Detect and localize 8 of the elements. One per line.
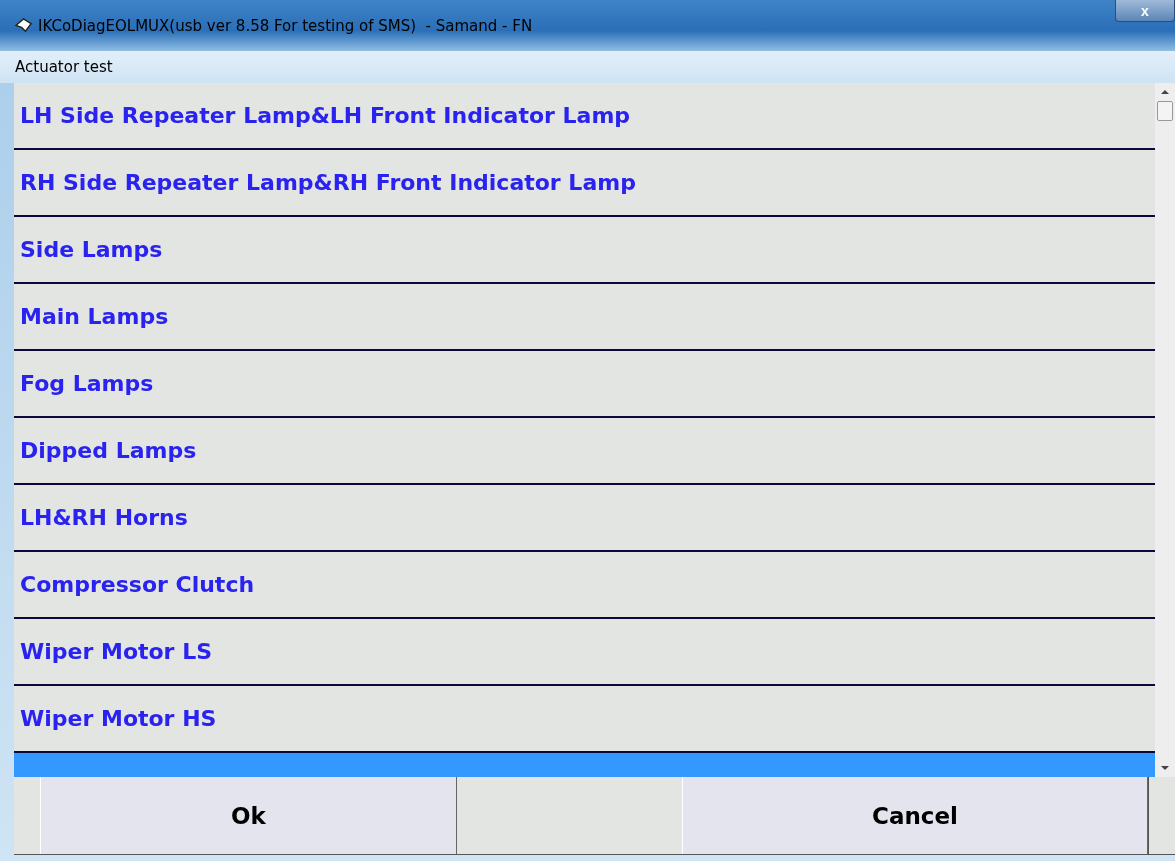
scrollbar-thumb[interactable]	[1157, 101, 1173, 121]
section-title: Actuator test	[15, 58, 113, 77]
scroll-down-icon[interactable]	[1161, 765, 1169, 771]
scroll-up-icon[interactable]	[1161, 89, 1169, 95]
window-title: IKCoDiagEOLMUX(usb ver 8.58 For testing of SMS) - Samand - FN	[38, 16, 534, 35]
cancel-button[interactable]: Cancel	[682, 777, 1148, 854]
scrollbar[interactable]	[1155, 83, 1175, 777]
ok-button[interactable]: Ok	[40, 777, 457, 854]
